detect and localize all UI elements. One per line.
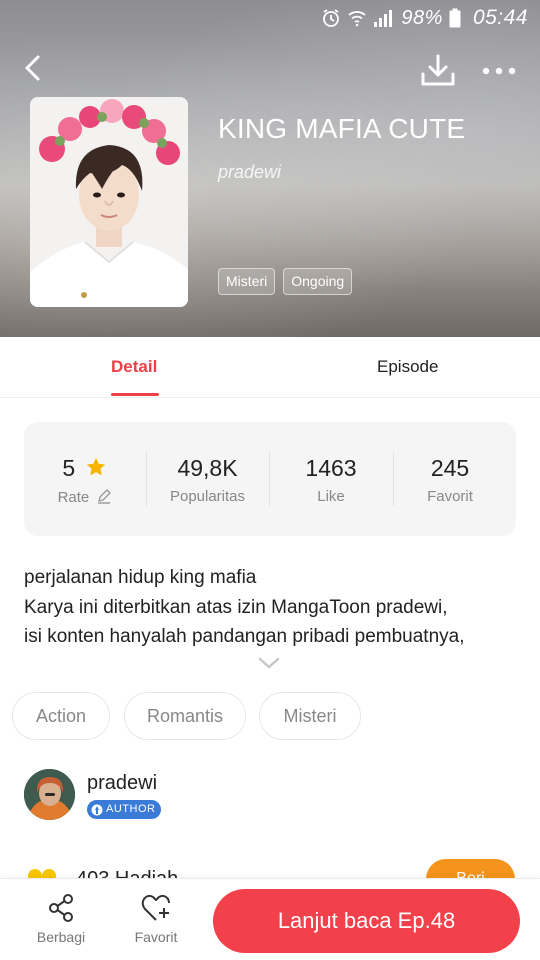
active-tab-indicator <box>111 393 159 396</box>
share-label: Berbagi <box>36 929 86 945</box>
genre-chip-misteri[interactable]: Misteri <box>259 692 361 740</box>
download-icon <box>421 54 455 86</box>
like-value: 1463 <box>305 455 357 481</box>
synopsis-line: isi konten hanyalah pandangan pribadi pe… <box>24 626 465 647</box>
stat-favorit: 245 Favorit <box>394 422 506 536</box>
tag-misteri[interactable]: Misteri <box>218 268 276 295</box>
rate-label: Rate <box>57 489 90 506</box>
more-options-button[interactable] <box>478 58 520 84</box>
cover-image <box>30 97 188 307</box>
bottom-action-bar: Berbagi Favorit Lanjut baca Ep.48 <box>0 878 540 960</box>
favorit-label: Favorit <box>427 488 473 505</box>
comic-title: KING MAFIA CUTE <box>218 113 466 144</box>
battery-percent: 98% <box>401 6 443 29</box>
status-bar: 98% 05:44 <box>321 6 528 30</box>
rate-label-row: Rate <box>24 488 146 506</box>
share-icon <box>49 894 73 922</box>
tab-bar: Detail Episode <box>0 337 540 398</box>
chevron-down-icon <box>258 657 280 669</box>
continue-reading-button[interactable]: Lanjut baca Ep.48 <box>213 889 520 953</box>
favorit-value: 245 <box>430 455 470 481</box>
genre-chip-romantis[interactable]: Romantis <box>124 692 246 740</box>
author-avatar[interactable] <box>24 769 75 820</box>
favorite-label: Favorit <box>134 929 178 945</box>
popularitas-value: 49,8K <box>177 455 238 481</box>
clock: 05:44 <box>472 6 528 29</box>
stats-card: 5 Rate 49,8K Popularitas 1463 Like 245 F… <box>24 422 516 536</box>
rate-value: 5 <box>62 455 76 481</box>
popularitas-label: Popularitas <box>169 488 246 505</box>
synopsis-line: Karya ini diterbitkan atas izin MangaToo… <box>24 596 448 618</box>
chevron-left-icon <box>25 55 40 81</box>
star-icon <box>86 457 105 476</box>
wifi-icon <box>347 8 367 28</box>
author-badge-label: AUTHOR <box>106 803 156 815</box>
share-button[interactable]: Berbagi <box>26 893 96 945</box>
tab-episode[interactable]: Episode <box>377 357 438 377</box>
stat-rate-value-row: 5 <box>24 455 146 482</box>
signal-icon <box>373 8 395 28</box>
favorite-button[interactable]: Favorit <box>121 893 191 945</box>
download-button[interactable] <box>418 52 458 88</box>
author-name[interactable]: pradewi <box>87 772 157 795</box>
comic-detail-screen: 98% 05:44 KING MAFIA CUTE pradewi Mister… <box>0 0 540 960</box>
author-badge: AUTHOR <box>87 800 162 819</box>
stat-popularitas: 49,8K Popularitas <box>147 422 268 536</box>
heart-plus-icon <box>141 894 170 921</box>
header-tags: Misteri Ongoing <box>218 268 353 295</box>
stat-rate[interactable]: 5 Rate <box>24 422 146 536</box>
author-badge-icon <box>91 804 103 815</box>
comic-author: pradewi <box>218 162 282 182</box>
expand-synopsis-button[interactable] <box>257 655 281 671</box>
like-label: Like <box>317 488 345 505</box>
edit-pencil-icon[interactable] <box>96 488 112 504</box>
tab-detail[interactable]: Detail <box>111 357 157 377</box>
more-dots-icon <box>482 67 516 75</box>
battery-icon <box>449 8 461 28</box>
alarm-icon <box>321 8 341 28</box>
stat-like: 1463 Like <box>270 422 392 536</box>
synopsis-line: perjalanan hidup king mafia <box>24 567 257 588</box>
tag-ongoing: Ongoing <box>283 268 353 295</box>
synopsis: perjalanan hidup king mafia Karya ini di… <box>24 563 524 652</box>
genre-chip-action[interactable]: Action <box>12 692 110 740</box>
back-button[interactable] <box>18 52 50 84</box>
